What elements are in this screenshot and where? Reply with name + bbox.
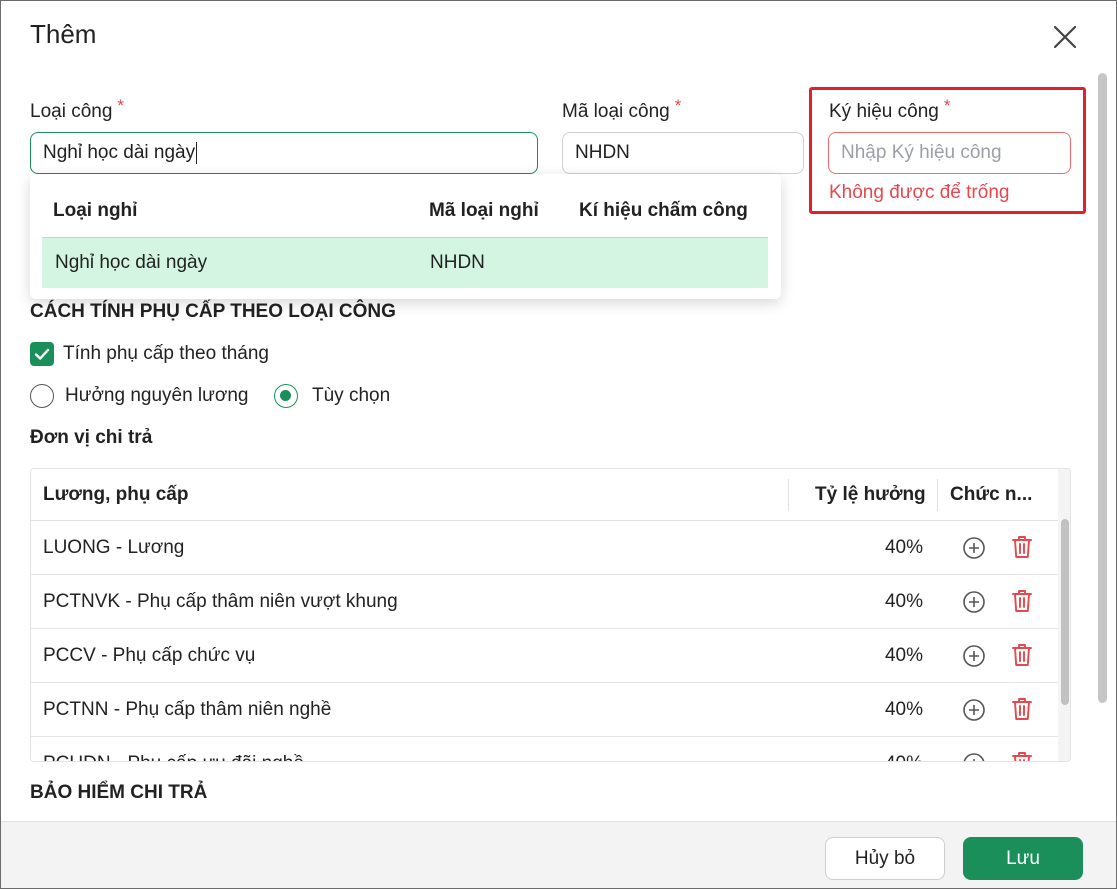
monthly-allowance-checkbox[interactable] — [30, 342, 54, 366]
ky-hieu-cong-placeholder: Nhập Ký hiệu công — [841, 142, 1002, 163]
row-rate: 40% — [885, 753, 923, 761]
radio-full-salary[interactable] — [30, 384, 54, 408]
row-name: PCUDN - Phụ cấp ưu đãi nghề — [43, 753, 304, 761]
table-row: PCUDN - Phụ cấp ưu đãi nghề 40% — [31, 737, 1058, 761]
trash-icon[interactable] — [1010, 696, 1034, 722]
dialog-title: Thêm — [30, 19, 97, 49]
add-circle-icon[interactable] — [962, 536, 986, 560]
add-circle-icon[interactable] — [962, 698, 986, 722]
row-rate: 40% — [884, 537, 923, 558]
radio-custom[interactable] — [274, 384, 298, 408]
col-actions: Chức n... — [950, 484, 1033, 505]
dropdown-option[interactable]: Nghỉ học dài ngày NHDN — [42, 237, 768, 288]
column-divider — [788, 479, 789, 511]
loai-cong-label: Loại công * — [30, 96, 124, 123]
loai-cong-value: Nghỉ học dài ngày — [43, 142, 196, 163]
cancel-button[interactable]: Hủy bỏ — [825, 837, 945, 880]
loai-cong-label-text: Loại công — [30, 101, 113, 122]
required-mark: * — [674, 96, 682, 115]
ma-loai-cong-input[interactable]: NHDN — [562, 132, 804, 174]
ky-hieu-cong-input[interactable]: Nhập Ký hiệu công — [828, 132, 1071, 174]
col-salary-allowance: Lương, phụ cấp — [43, 484, 189, 505]
ky-hieu-cong-label: Ký hiệu công * — [829, 96, 950, 123]
required-mark: * — [943, 96, 951, 115]
add-circle-icon[interactable] — [962, 644, 986, 668]
option-ma: NHDN — [430, 252, 485, 273]
radio-full-salary-label: Hưởng nguyên lương — [65, 385, 249, 406]
row-name: PCCV - Phụ cấp chức vụ — [43, 645, 256, 666]
dd-col-loai-nghi: Loại nghỉ — [53, 200, 138, 221]
payer-section-title: Đơn vị chi trả — [30, 427, 153, 448]
row-rate: 40% — [884, 645, 923, 666]
monthly-allowance-label: Tính phụ cấp theo tháng — [63, 343, 269, 364]
radio-custom-label: Tùy chọn — [312, 385, 391, 406]
table-header: Lương, phụ cấp Tỷ lệ hưởng Chức n... — [31, 469, 1058, 521]
dialog-scrollbar-thumb[interactable] — [1098, 73, 1107, 703]
dd-col-ma-loai-nghi: Mã loại nghỉ — [429, 200, 539, 221]
required-mark: * — [117, 96, 125, 115]
allowance-section-title: CÁCH TÍNH PHỤ CẤP THEO LOẠI CÔNG — [30, 301, 396, 322]
loai-nghi-dropdown: Loại nghỉ Mã loại nghỉ Kí hiệu chấm công… — [30, 174, 781, 299]
text-caret — [196, 142, 198, 164]
dd-col-ki-hieu: Kí hiệu chấm công — [579, 200, 748, 221]
payer-table: Lương, phụ cấp Tỷ lệ hưởng Chức n... LUO… — [30, 468, 1071, 762]
trash-icon[interactable] — [1010, 642, 1034, 668]
add-dialog: Thêm Loại công * Nghỉ học dài ngày Mã loạ… — [0, 0, 1117, 889]
row-rate: 40% — [884, 699, 923, 720]
option-loai-nghi: Nghỉ học dài ngày — [55, 252, 208, 273]
ma-loai-cong-label-text: Mã loại công — [562, 101, 670, 122]
ma-loai-cong-value: NHDN — [575, 142, 630, 163]
dialog-footer — [1, 821, 1116, 888]
col-rate: Tỷ lệ hưởng — [815, 484, 926, 505]
table-row: PCTNVK - Phụ cấp thâm niên vượt khung 40… — [31, 575, 1058, 629]
ma-loai-cong-label: Mã loại công * — [562, 96, 681, 123]
trash-icon[interactable] — [1010, 588, 1034, 614]
close-icon[interactable] — [1049, 21, 1081, 53]
add-circle-icon[interactable] — [962, 590, 986, 614]
table-row: PCCV - Phụ cấp chức vụ 40% — [31, 629, 1058, 683]
row-name: LUONG - Lương — [43, 537, 185, 558]
row-name: PCTNN - Phụ cấp thâm niên nghề — [43, 699, 332, 720]
check-icon — [34, 348, 50, 360]
ky-hieu-cong-error: Không được để trống — [829, 182, 1010, 203]
table-row: PCTNN - Phụ cấp thâm niên nghề 40% — [31, 683, 1058, 737]
column-divider — [937, 479, 938, 511]
trash-icon[interactable] — [1010, 750, 1034, 761]
trash-icon[interactable] — [1010, 534, 1034, 560]
loai-cong-input[interactable]: Nghỉ học dài ngày — [30, 132, 538, 174]
insurance-section-title: BẢO HIỂM CHI TRẢ — [30, 782, 208, 803]
table-scrollbar-thumb[interactable] — [1061, 519, 1069, 705]
save-button[interactable]: Lưu — [963, 837, 1083, 880]
row-rate: 40% — [884, 591, 923, 612]
row-name: PCTNVK - Phụ cấp thâm niên vượt khung — [43, 591, 398, 612]
table-row: LUONG - Lương 40% — [31, 521, 1058, 575]
add-circle-icon[interactable] — [962, 752, 986, 761]
ky-hieu-cong-label-text: Ký hiệu công — [829, 101, 939, 122]
